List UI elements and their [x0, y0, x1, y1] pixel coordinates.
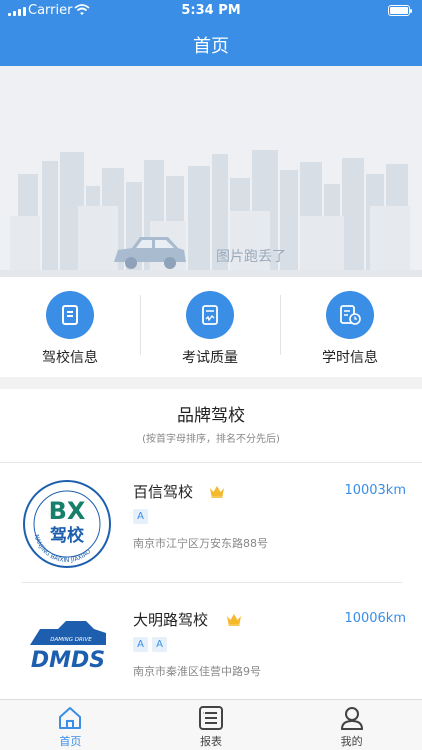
license-tag: A	[133, 637, 148, 652]
banner-carousel[interactable]: 图片跑丢了	[0, 66, 422, 277]
page-title: 首页	[193, 36, 229, 57]
crown-icon	[227, 614, 241, 626]
quick-item-label: 驾校信息	[42, 350, 98, 366]
document-icon	[46, 291, 94, 339]
svg-text:BX: BX	[49, 497, 86, 525]
crown-icon	[210, 486, 224, 498]
quick-item-label: 学时信息	[322, 350, 378, 366]
school-distance: 10006km	[344, 611, 406, 626]
quick-item-school-info[interactable]: 驾校信息	[0, 277, 140, 377]
tab-bar: 首页 报表 我的	[0, 699, 422, 750]
tab-home[interactable]: 首页	[0, 700, 141, 750]
brand-schools-section: 品牌驾校 (按首字母排序，排名不分先后) BX 驾校 NANJING BAIXI…	[0, 389, 422, 699]
svg-text:驾校: 驾校	[50, 525, 85, 546]
license-tags: A A	[133, 637, 167, 652]
school-name: 百信驾校	[133, 483, 194, 501]
image-missing-text: 图片跑丢了	[216, 249, 286, 265]
tab-label: 报表	[200, 735, 222, 748]
tab-label: 我的	[340, 735, 363, 748]
profile-icon	[281, 705, 422, 732]
svg-text:DMDS: DMDS	[31, 648, 105, 673]
report-icon	[141, 705, 282, 732]
section-title: 品牌驾校	[177, 406, 245, 426]
city-skyline-illustration	[0, 150, 422, 277]
divider	[22, 582, 402, 583]
school-name: 大明路驾校	[133, 611, 209, 629]
school-address: 南京市秦淮区佳营中路9号	[133, 665, 261, 678]
navigation-bar: Carrier 5:34 PM 首页	[0, 0, 422, 66]
school-address: 南京市江宁区万安东路88号	[133, 537, 268, 550]
license-tag: A	[133, 509, 148, 524]
divider	[0, 462, 422, 463]
home-icon	[0, 705, 141, 732]
status-bar: Carrier 5:34 PM	[0, 0, 422, 22]
battery-icon	[388, 5, 412, 16]
quick-item-study-hours[interactable]: 学时信息	[280, 277, 420, 377]
tab-report[interactable]: 报表	[141, 700, 282, 750]
section-divider	[0, 377, 422, 389]
quick-item-exam-quality[interactable]: 考试质量	[140, 277, 280, 377]
tab-profile[interactable]: 我的	[281, 700, 422, 750]
license-tag: A	[152, 637, 167, 652]
school-card[interactable]: DAMING DRIVE DMDS 大明路驾校 10006km A A 南京市秦…	[0, 601, 422, 699]
school-logo-daming: DAMING DRIVE DMDS	[30, 621, 106, 673]
section-subtitle: (按首字母排序，排名不分先后)	[142, 434, 280, 445]
quick-menu: 驾校信息 考试质量 学时信息	[0, 277, 422, 377]
quick-item-label: 考试质量	[182, 350, 238, 366]
school-distance: 10003km	[344, 483, 406, 498]
clock: 5:34 PM	[181, 3, 241, 18]
school-logo-baixin: BX 驾校 NANJING BAIXIN JIAXIAO	[23, 480, 111, 568]
study-hours-icon	[326, 291, 374, 339]
license-tags: A	[133, 509, 148, 524]
tab-label: 首页	[59, 735, 82, 748]
score-sheet-icon	[186, 291, 234, 339]
school-card[interactable]: BX 驾校 NANJING BAIXIN JIAXIAO 百信驾校 10003k…	[0, 473, 422, 583]
svg-text:DAMING DRIVE: DAMING DRIVE	[50, 637, 92, 643]
